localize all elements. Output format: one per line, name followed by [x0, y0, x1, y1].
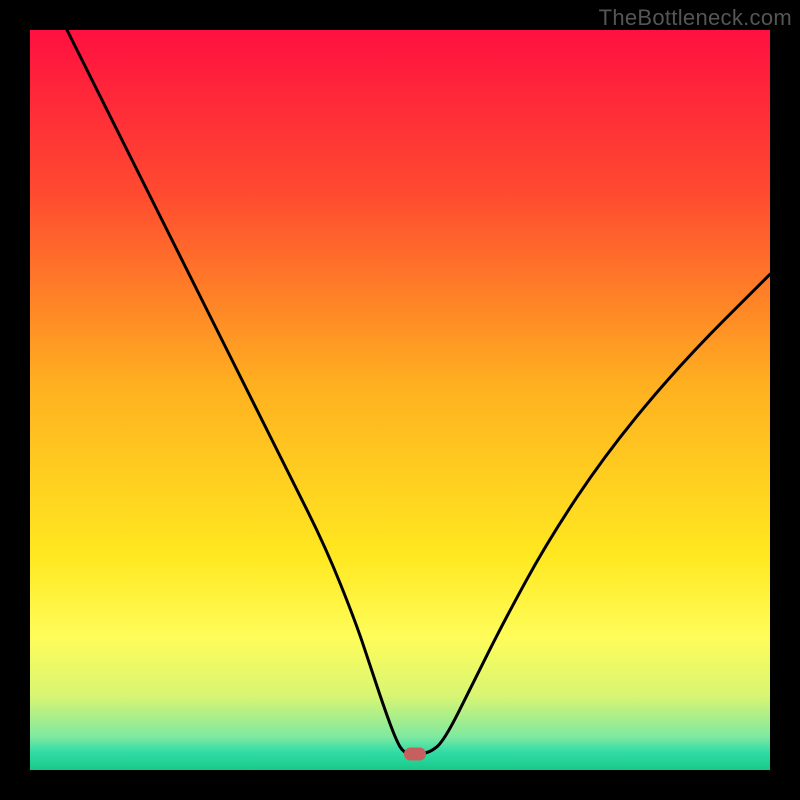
gradient-background — [30, 30, 770, 770]
chart-container: TheBottleneck.com — [0, 0, 800, 800]
optimum-marker — [404, 747, 426, 760]
watermark-text: TheBottleneck.com — [599, 5, 792, 31]
plot-area — [30, 30, 770, 770]
